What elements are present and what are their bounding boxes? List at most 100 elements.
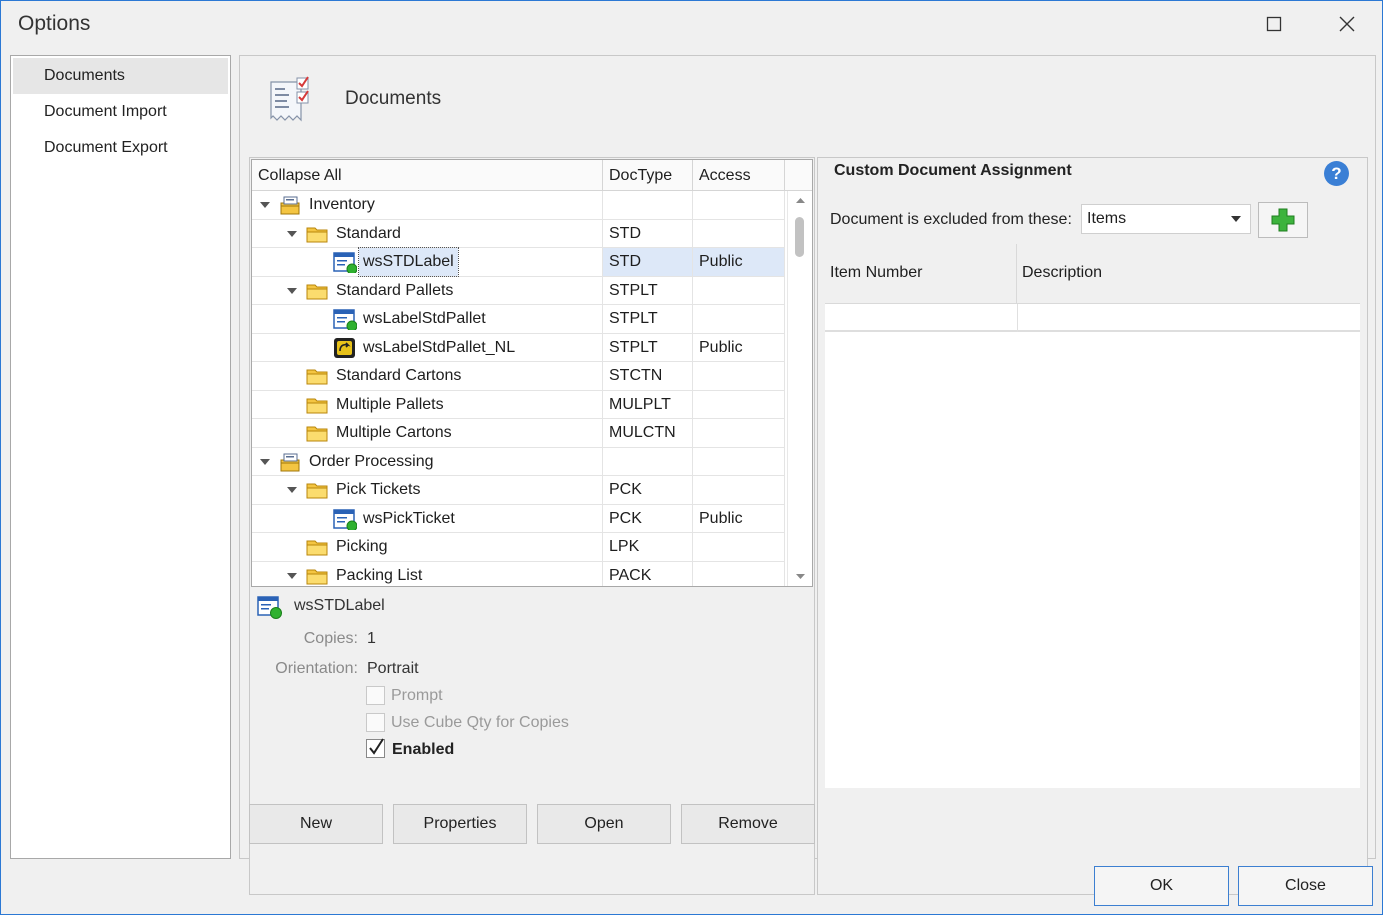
documents-tree-panel: Collapse All DocType Access Inventory Sta… <box>249 157 815 895</box>
grid-header: Collapse All DocType Access <box>252 160 812 191</box>
use-cube-qty-checkbox[interactable] <box>366 713 385 732</box>
tree-node: Inventory <box>279 191 375 219</box>
enabled-label: Enabled <box>392 741 455 758</box>
nav-item-documents[interactable]: Documents <box>13 58 228 94</box>
tree-node: Picking <box>306 533 388 561</box>
add-exclusion-button[interactable] <box>1258 202 1308 238</box>
tree-row[interactable]: Packing List PACK <box>252 561 785 586</box>
tree-cell-doctype: STD <box>603 219 693 248</box>
prompt-checkbox[interactable] <box>366 686 385 705</box>
tree-node: wsLabelStdPallet_NL <box>333 334 515 362</box>
tree-node: wsPickTicket <box>333 505 455 533</box>
tree-cell-name: Pick Tickets <box>252 476 603 504</box>
tree-node: Pick Tickets <box>306 476 420 504</box>
help-icon[interactable]: ? <box>1324 161 1349 186</box>
remove-button[interactable]: Remove <box>681 804 815 844</box>
cda-title: Custom Document Assignment <box>834 162 1072 179</box>
expand-chevron-icon[interactable] <box>286 571 298 581</box>
access-header[interactable]: Access <box>693 160 785 191</box>
tree-row[interactable]: wsPickTicket PCK Public <box>252 504 785 533</box>
tree-row[interactable]: Standard Cartons STCTN <box>252 362 785 391</box>
new-item-row[interactable] <box>825 304 1360 332</box>
expand-chevron-icon[interactable] <box>286 286 298 296</box>
folder-icon <box>306 569 328 584</box>
tree-node-label: Order Processing <box>309 452 434 470</box>
tree-cell-doctype: MULCTN <box>603 419 693 447</box>
description-header[interactable]: Description <box>1017 244 1360 304</box>
tree-cell-doctype: PCK <box>603 476 693 504</box>
close-button[interactable]: Close <box>1238 866 1373 906</box>
tree-row[interactable]: wsLabelStdPallet_NL STPLT Public <box>252 333 785 362</box>
title-bar: Options <box>1 1 1382 47</box>
tree-cell-name: Inventory <box>252 191 603 219</box>
tree-row[interactable]: Multiple Cartons MULCTN <box>252 419 785 448</box>
nav-item-document-export[interactable]: Document Export <box>13 130 228 166</box>
tree-node: Multiple Cartons <box>306 419 452 447</box>
tree-cell-access <box>693 419 785 447</box>
tree-row[interactable]: Pick Tickets PCK <box>252 476 785 505</box>
item-number-header[interactable]: Item Number <box>825 244 1017 304</box>
copies-label: Copies: <box>303 630 358 647</box>
tree-node-label: wsLabelStdPallet_NL <box>363 338 516 356</box>
tree-node-label: wsLabelStdPallet <box>363 310 486 327</box>
exclusion-type-select[interactable]: Items <box>1081 204 1251 234</box>
tree-cell-access <box>693 561 785 586</box>
tree-row[interactable]: Inventory <box>252 191 785 220</box>
tree-row[interactable]: Order Processing <box>252 447 785 476</box>
scroll-thumb[interactable] <box>795 217 804 257</box>
doctype-header[interactable]: DocType <box>603 160 693 191</box>
enabled-checkbox[interactable] <box>366 738 385 758</box>
tree-cell-access <box>693 191 785 219</box>
chevron-down-icon <box>1231 216 1241 222</box>
tree-row[interactable]: wsSTDLabel STD Public <box>252 247 785 277</box>
collapse-all-header[interactable]: Collapse All <box>252 160 603 191</box>
expand-chevron-icon[interactable] <box>286 485 298 495</box>
tree-row[interactable]: Picking LPK <box>252 533 785 562</box>
tree-row[interactable]: Standard Pallets STPLT <box>252 276 785 305</box>
tree-cell-doctype <box>603 447 693 476</box>
tree-cell-access <box>693 476 785 504</box>
new-button[interactable]: New <box>249 804 383 844</box>
tree-cell-access: Public <box>693 504 785 533</box>
tree-node-label: Picking <box>336 538 388 555</box>
scroll-up-icon[interactable] <box>788 193 813 209</box>
tree-cell-doctype: PCK <box>603 504 693 533</box>
tree-row[interactable]: Multiple Pallets MULPLT <box>252 390 785 419</box>
properties-button[interactable]: Properties <box>393 804 527 844</box>
tree-row[interactable]: Standard STD <box>252 219 785 248</box>
close-window-button[interactable] <box>1317 1 1377 47</box>
orientation-value: Portrait <box>367 660 419 677</box>
tree-cell-name: Standard Pallets <box>252 276 603 305</box>
tree-node-label: Standard Cartons <box>336 367 462 384</box>
plus-icon <box>1271 208 1295 232</box>
excluded-items-header: Item Number Description <box>825 244 1360 304</box>
expand-chevron-icon[interactable] <box>259 457 271 467</box>
tree-row[interactable]: wsLabelStdPallet STPLT <box>252 305 785 334</box>
tree-cell-access <box>693 533 785 561</box>
expand-chevron-icon[interactable] <box>259 200 271 210</box>
scroll-down-icon[interactable] <box>788 568 813 584</box>
tree-cell-doctype: STPLT <box>603 276 693 305</box>
label-document-icon <box>333 309 357 330</box>
tree-node-label: wsPickTicket <box>363 509 455 527</box>
window-title: Options <box>18 12 91 35</box>
tree-node: Standard <box>306 220 401 248</box>
excluded-items-grid: Item Number Description <box>825 244 1360 788</box>
expand-chevron-icon[interactable] <box>286 229 298 239</box>
tree-cell-name: Packing List <box>252 561 603 586</box>
maximize-button[interactable] <box>1244 1 1304 47</box>
tree-cell-name: Multiple Pallets <box>252 390 603 419</box>
cabinet-folder-icon <box>280 196 300 215</box>
tree-cell-name: Picking <box>252 533 603 561</box>
main-panel: Documents Collapse All DocType Access In… <box>239 55 1376 895</box>
ok-button[interactable]: OK <box>1094 866 1229 906</box>
tree-scrollbar[interactable] <box>787 191 812 586</box>
tree-node-label: Pick Tickets <box>336 481 421 498</box>
tree-node-label: wsSTDLabel <box>358 247 459 277</box>
open-button[interactable]: Open <box>537 804 671 844</box>
exclusion-type-value: Items <box>1087 210 1127 227</box>
folder-icon <box>306 540 328 556</box>
nav-item-document-import[interactable]: Document Import <box>13 94 228 130</box>
excluded-from-label: Document is excluded from these: <box>830 211 1072 228</box>
folder-icon <box>306 369 328 385</box>
